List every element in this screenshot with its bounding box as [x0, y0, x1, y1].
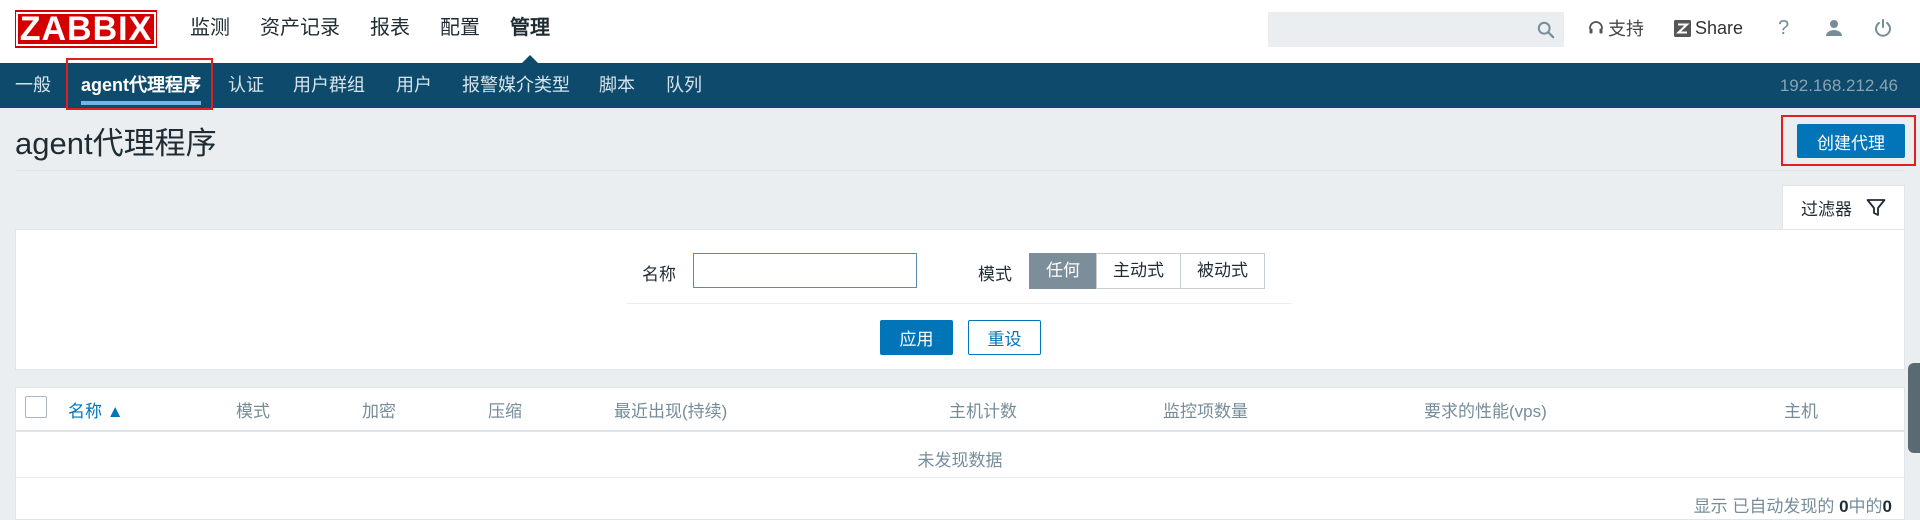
subnav-queue[interactable]: 队列: [666, 63, 702, 108]
filter-divider: [627, 303, 1292, 304]
share-link[interactable]: Share: [1674, 0, 1743, 56]
user-icon[interactable]: [1825, 19, 1843, 37]
subnav-user-groups[interactable]: 用户群组: [293, 63, 365, 108]
support-link[interactable]: 支持: [1588, 0, 1644, 56]
paging-middle: 中的: [1848, 497, 1883, 516]
filter-funnel-icon: [1866, 198, 1886, 216]
column-header-compression: 压缩: [488, 402, 522, 421]
share-z-icon: [1674, 19, 1691, 37]
table-row-divider: [15, 477, 1905, 478]
main-menu-monitoring[interactable]: 监测: [175, 0, 245, 63]
main-menu-administration[interactable]: 管理: [495, 0, 565, 63]
table-header-divider: [15, 430, 1905, 432]
filter-name-label: 名称: [642, 265, 676, 284]
sign-out-button[interactable]: [1874, 0, 1892, 56]
filter-mode-label: 模式: [978, 265, 1012, 284]
column-header-required-performance: 要求的性能(vps): [1424, 402, 1547, 421]
filter-name-input[interactable]: [693, 253, 917, 288]
header-divider: [15, 170, 1905, 171]
main-menu-reports[interactable]: 报表: [355, 0, 425, 63]
global-search-box[interactable]: [1268, 12, 1564, 47]
mode-active-option[interactable]: 主动式: [1096, 253, 1181, 289]
power-icon[interactable]: [1874, 19, 1892, 37]
main-menu-inventory[interactable]: 资产记录: [245, 0, 355, 63]
top-bar: ZABBIX 监测 资产记录 报表 配置 管理 支持 Share ?: [0, 0, 1920, 63]
main-menu: 监测 资产记录 报表 配置 管理: [175, 0, 565, 63]
subnav-media-types[interactable]: 报警媒介类型: [462, 63, 570, 108]
filter-mode-segmented: 任何 主动式 被动式: [1029, 253, 1265, 289]
column-header-mode: 模式: [236, 402, 270, 421]
reset-button[interactable]: 重设: [968, 320, 1041, 355]
paging-shown: 0: [1839, 497, 1849, 516]
paging-total: 0: [1882, 497, 1892, 516]
subnav-scripts[interactable]: 脚本: [599, 63, 635, 108]
main-menu-configuration[interactable]: 配置: [425, 0, 495, 63]
support-label: 支持: [1608, 19, 1644, 39]
subnav-general[interactable]: 一般: [15, 63, 51, 108]
subnav-proxies[interactable]: agent代理程序: [81, 63, 202, 108]
column-header-hosts: 主机: [1784, 402, 1818, 421]
paging-summary: 显示 已自动发现的 0中的0: [1694, 492, 1892, 517]
headset-icon: [1589, 21, 1603, 34]
mode-passive-option[interactable]: 被动式: [1180, 253, 1265, 289]
column-header-encryption: 加密: [362, 402, 396, 421]
search-icon[interactable]: [1537, 21, 1555, 39]
help-icon[interactable]: ?: [1778, 17, 1789, 40]
filter-tab-label: 过滤器: [1801, 200, 1852, 219]
select-all-checkbox[interactable]: [25, 396, 47, 418]
apply-button[interactable]: 应用: [880, 320, 953, 355]
server-ip: 192.168.212.46: [1779, 76, 1898, 95]
page-title: agent代理程序: [15, 126, 217, 161]
user-profile-button[interactable]: [1825, 0, 1843, 56]
filter-panel: [15, 229, 1905, 370]
share-label: Share: [1695, 17, 1744, 38]
mode-any-option[interactable]: 任何: [1029, 253, 1097, 289]
no-data-message: 未发现数据: [917, 451, 1003, 470]
sub-navigation: 一般 agent代理程序 认证 用户群组 用户 报警媒介类型 脚本 队列 192…: [0, 63, 1920, 108]
create-proxy-button[interactable]: 创建代理: [1797, 124, 1905, 158]
paging-prefix: 显示 已自动发现的: [1693, 497, 1840, 516]
column-header-last-seen: 最近出现(持续): [614, 402, 728, 421]
column-header-item-count: 监控项数量: [1163, 402, 1248, 421]
help-button[interactable]: ?: [1778, 0, 1789, 56]
filter-tab[interactable]: 过滤器: [1782, 185, 1905, 229]
column-header-name[interactable]: 名称 ▲: [68, 397, 124, 422]
zabbix-logo[interactable]: ZABBIX: [15, 10, 157, 48]
subnav-authentication[interactable]: 认证: [228, 63, 264, 108]
subnav-users[interactable]: 用户: [396, 63, 432, 108]
side-scroll-widget[interactable]: [1908, 363, 1920, 453]
column-header-host-count: 主机计数: [949, 402, 1017, 421]
